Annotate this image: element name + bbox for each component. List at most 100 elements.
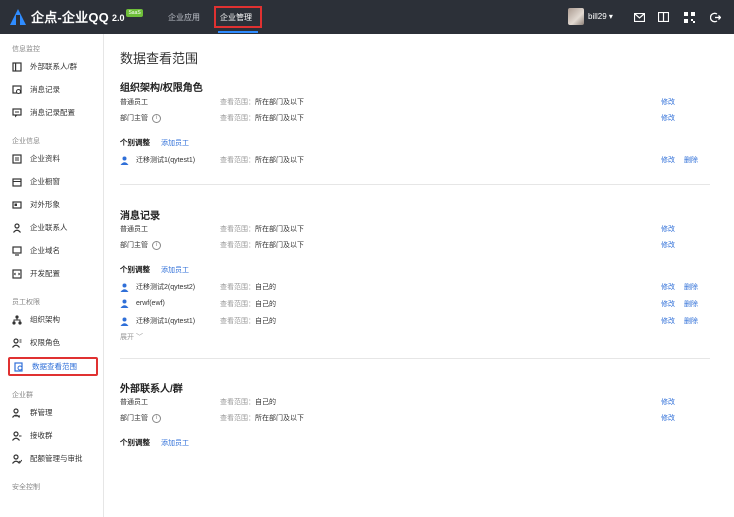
edit-button[interactable]: 修改 [661,240,675,250]
sidebar-group-enterprise-info: 企业信息 [12,138,40,145]
id-card-icon [12,200,22,210]
mail-icon[interactable] [632,10,646,24]
user-icon [120,156,129,165]
sidebar-item-receive-groups[interactable]: 接收群 [8,428,98,443]
monitor-icon [12,245,22,256]
add-employee-button[interactable]: 添加员工 [161,438,189,448]
info-icon[interactable]: i [152,413,161,423]
section-divider [120,184,710,185]
section-title-org: 组织架构/权限角色 [120,83,203,94]
sidebar-item-message-config[interactable]: 消息记录配置 [8,105,98,120]
row-label: 普通员工 [120,399,148,406]
edit-button[interactable]: 修改 [661,224,675,234]
delete-button[interactable]: 删除 [684,282,698,292]
main-content: 数据查看范围 组织架构/权限角色 普通员工 查看范围：所在部门及以下 修改 部门… [104,34,734,517]
row-label: 普通员工 [120,99,148,106]
contacts-book-icon [12,61,22,72]
section-title-external-contacts: 外部联系人/群 [120,384,183,395]
chevron-down-icon: ▾ [608,12,613,21]
add-employee-button[interactable]: 添加员工 [161,265,189,275]
avatar[interactable] [568,8,584,25]
profile-doc-icon [12,153,22,164]
page-title: 数据查看范围 [120,51,199,66]
brand-name: 企点-企业QQ [31,10,109,25]
sidebar-item-data-scope[interactable]: 数据查看范围 [8,357,98,376]
sidebar-item-dev-config[interactable]: 开发配置 [8,266,98,281]
qrcode-icon[interactable] [682,10,696,24]
app-logo[interactable]: 企点-企业QQ 2.0 SaaS [8,7,143,26]
row-scope: 查看范围：所在部门及以下 [220,99,304,106]
row-scope: 查看范围：所在部门及以下 [220,415,304,422]
edit-button[interactable]: 修改 [661,282,675,292]
edit-button[interactable]: 修改 [661,397,675,407]
message-record-icon [12,84,22,95]
row-scope: 查看范围：所在部门及以下 [220,242,304,249]
delete-button[interactable]: 删除 [684,316,698,326]
group-receive-icon [12,430,22,441]
user-row: erwf(ewf) [120,299,165,308]
sidebar-item-permission-roles[interactable]: 权限角色 [8,335,98,350]
add-employee-button[interactable]: 添加员工 [161,138,189,148]
adjust-title: 个别调整 [120,438,150,447]
role-icon [12,337,22,348]
delete-button[interactable]: 删除 [684,299,698,309]
row-scope: 查看范围：所在部门及以下 [220,226,304,233]
user-row: 迁移测试2(qytest2) [120,282,195,292]
info-icon[interactable]: i [152,240,161,250]
section-title-messages: 消息记录 [120,211,160,222]
row-scope: 查看范围：自己的 [220,318,276,325]
section-divider [120,358,710,359]
sidebar-item-group-management[interactable]: 群管理 [8,405,98,420]
sidebar-item-external-image[interactable]: 对外形象 [8,197,98,212]
book-icon[interactable] [656,10,670,24]
info-icon[interactable]: i [152,113,161,123]
edit-button[interactable]: 修改 [661,155,675,165]
logo-mark-icon [8,8,28,26]
storefront-icon [12,177,22,187]
sidebar-group-info-monitor: 信息监控 [12,46,40,53]
user-icon [120,283,129,292]
row-label: 普通员工 [120,226,148,233]
data-scope-icon [14,361,24,372]
edit-button[interactable]: 修改 [661,316,675,326]
edit-button[interactable]: 修改 [661,413,675,423]
row-label: 部门主管 i [120,113,161,123]
row-scope: 查看范围：自己的 [220,284,276,291]
nav-active-underline [218,31,258,33]
sidebar-item-enterprise-showcase[interactable]: 企业橱窗 [8,174,98,189]
user-row: 迁移测试1(qytest1) [120,155,195,165]
group-quota-icon [12,453,23,464]
person-icon [12,222,22,233]
sidebar-group-staff-permissions: 员工权限 [12,299,40,306]
adjust-title: 个别调整 [120,138,150,147]
edit-button[interactable]: 修改 [661,97,675,107]
nav-enterprise-apps[interactable]: 企业应用 [168,12,200,23]
expand-toggle[interactable]: 展开 ﹀ [120,332,143,342]
nav-highlight-box [214,6,262,28]
row-scope: 查看范围：所在部门及以下 [220,115,304,122]
sidebar: 信息监控 外部联系人/群 消息记录 消息记录配置 企业信息 企业资料 企业橱窗 … [0,34,104,517]
user-icon [120,317,129,326]
row-scope: 查看范围：所在部门及以下 [220,157,304,164]
sidebar-item-quota-approval[interactable]: 配额管理与审批 [8,451,98,466]
row-scope: 查看范围：自己的 [220,399,276,406]
sidebar-group-enterprise-groups: 企业群 [12,392,33,399]
edit-button[interactable]: 修改 [661,113,675,123]
row-scope: 查看范围：自己的 [220,301,276,308]
adjust-title: 个别调整 [120,265,150,274]
user-row: 迁移测试1(qytest1) [120,316,195,326]
sidebar-item-enterprise-domain[interactable]: 企业域名 [8,243,98,258]
sidebar-item-enterprise-profile[interactable]: 企业资料 [8,151,98,166]
sidebar-item-external-contacts[interactable]: 外部联系人/群 [8,59,98,74]
org-tree-icon [12,314,22,325]
brand-version: 2.0 [111,13,125,23]
row-label: 部门主管 i [120,413,161,423]
sidebar-item-message-records[interactable]: 消息记录 [8,82,98,97]
sidebar-item-org-structure[interactable]: 组织架构 [8,312,98,327]
sidebar-group-security: 安全控制 [12,484,40,491]
sidebar-item-enterprise-contact[interactable]: 企业联系人 [8,220,98,235]
logout-icon[interactable] [708,10,722,24]
edit-button[interactable]: 修改 [661,299,675,309]
delete-button[interactable]: 删除 [684,155,698,165]
username[interactable]: bill29 ▾ [588,12,613,21]
